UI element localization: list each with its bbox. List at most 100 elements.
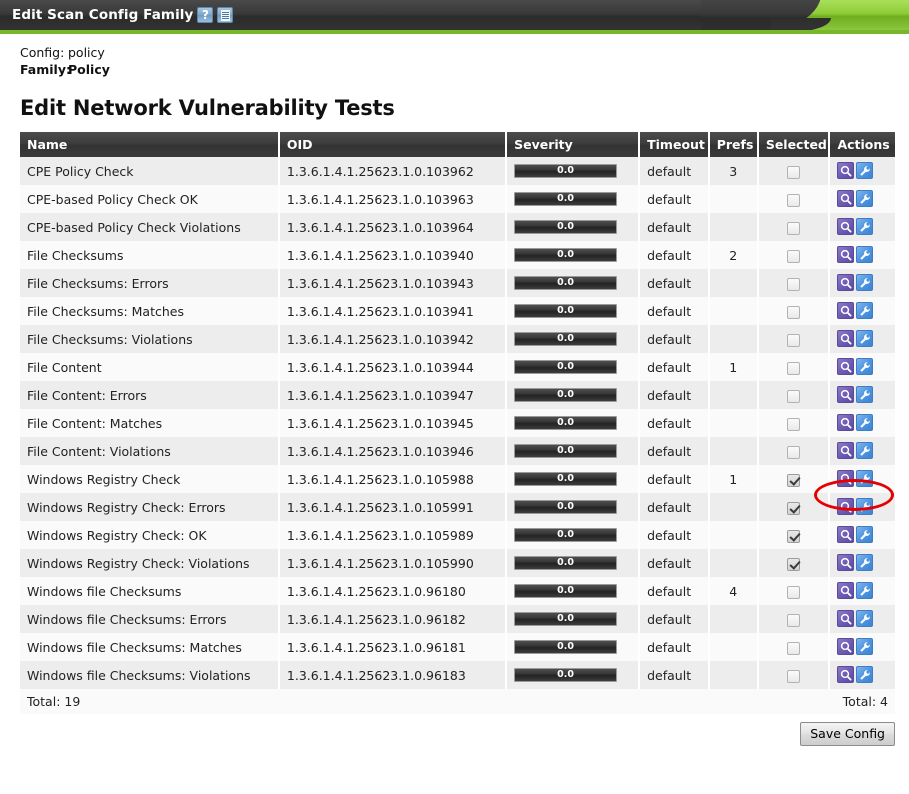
severity-bar: 0.0 <box>514 668 618 682</box>
column-header-oid[interactable]: OID <box>278 132 508 157</box>
magnifier-icon[interactable] <box>837 414 855 432</box>
magnifier-icon[interactable] <box>837 330 855 348</box>
magnifier-icon[interactable] <box>837 638 855 656</box>
wrench-icon[interactable] <box>856 414 874 432</box>
cell-actions <box>829 437 895 465</box>
magnifier-icon[interactable] <box>837 610 855 628</box>
magnifier-icon[interactable] <box>837 582 855 600</box>
magnifier-icon[interactable] <box>837 498 855 516</box>
magnifier-icon[interactable] <box>837 246 855 264</box>
cell-oid: 1.3.6.1.4.1.25623.1.0.103963 <box>278 185 508 213</box>
wrench-icon[interactable] <box>856 470 874 488</box>
wrench-icon[interactable] <box>856 610 874 628</box>
magnifier-icon[interactable] <box>837 302 855 320</box>
wrench-icon[interactable] <box>856 190 874 208</box>
selected-checkbox[interactable] <box>787 445 801 459</box>
cell-selected <box>757 577 831 605</box>
wrench-icon[interactable] <box>856 442 874 460</box>
wrench-icon[interactable] <box>856 554 874 572</box>
wrench-icon[interactable] <box>856 330 874 348</box>
cell-name: CPE Policy Check <box>20 157 280 185</box>
severity-bar: 0.0 <box>514 500 618 514</box>
cell-prefs <box>708 297 759 325</box>
wrench-icon[interactable] <box>856 582 874 600</box>
selected-checkbox[interactable] <box>787 249 801 263</box>
selected-checkbox[interactable] <box>787 193 801 207</box>
magnifier-icon[interactable] <box>837 666 855 684</box>
wrench-icon[interactable] <box>856 218 874 236</box>
magnifier-icon[interactable] <box>837 358 855 376</box>
wrench-icon[interactable] <box>856 638 874 656</box>
selected-checkbox[interactable] <box>787 501 801 515</box>
selected-checkbox[interactable] <box>787 165 801 179</box>
cell-name: File Checksums: Errors <box>20 269 280 297</box>
cell-timeout: default <box>639 661 710 689</box>
wrench-icon[interactable] <box>856 274 874 292</box>
selected-checkbox[interactable] <box>787 529 801 543</box>
cell-timeout: default <box>639 633 710 661</box>
cell-timeout: default <box>639 493 710 521</box>
selected-checkbox[interactable] <box>787 473 801 487</box>
selected-checkbox[interactable] <box>787 361 801 375</box>
magnifier-icon[interactable] <box>837 218 855 236</box>
wrench-icon[interactable] <box>856 386 874 404</box>
magnifier-icon[interactable] <box>837 526 855 544</box>
selected-checkbox[interactable] <box>787 613 801 627</box>
selected-checkbox[interactable] <box>787 333 801 347</box>
cell-oid: 1.3.6.1.4.1.25623.1.0.105990 <box>278 549 508 577</box>
wrench-icon[interactable] <box>856 526 874 544</box>
column-header-selected[interactable]: Selected <box>757 132 831 157</box>
help-icon[interactable]: ? <box>197 7 214 23</box>
severity-value: 0.0 <box>557 193 575 205</box>
wrench-icon[interactable] <box>856 666 874 684</box>
cell-selected <box>757 297 831 325</box>
selected-checkbox[interactable] <box>787 305 801 319</box>
selected-checkbox[interactable] <box>787 417 801 431</box>
selected-checkbox[interactable] <box>787 641 801 655</box>
cell-actions <box>829 185 895 213</box>
column-header-name[interactable]: Name <box>20 132 280 157</box>
cell-selected <box>757 661 831 689</box>
magnifier-icon[interactable] <box>837 162 855 180</box>
cell-severity: 0.0 <box>506 157 641 185</box>
magnifier-icon[interactable] <box>837 442 855 460</box>
cell-timeout: default <box>639 157 710 185</box>
selected-checkbox[interactable] <box>787 389 801 403</box>
severity-bar: 0.0 <box>514 444 618 458</box>
magnifier-icon[interactable] <box>837 554 855 572</box>
column-header-prefs[interactable]: Prefs <box>708 132 759 157</box>
wrench-icon[interactable] <box>856 498 874 516</box>
column-header-severity[interactable]: Severity <box>506 132 641 157</box>
magnifier-icon[interactable] <box>837 386 855 404</box>
wrench-icon[interactable] <box>856 246 874 264</box>
cell-oid: 1.3.6.1.4.1.25623.1.0.96181 <box>278 633 508 661</box>
severity-bar: 0.0 <box>514 332 618 346</box>
cell-prefs: 4 <box>708 577 759 605</box>
cell-actions <box>829 661 895 689</box>
column-header-timeout[interactable]: Timeout <box>639 132 710 157</box>
main-content: Config: policy Family:Policy Edit Network… <box>0 34 909 746</box>
config-line: Config: policy <box>20 44 893 61</box>
table-row: Windows Registry Check 1.3.6.1.4.1.25623.… <box>20 465 895 493</box>
save-config-button[interactable]: Save Config <box>800 722 895 746</box>
table-row: Windows file Checksums: Errors 1.3.6.1.4.… <box>20 605 895 633</box>
cell-prefs <box>708 437 759 465</box>
cell-actions <box>829 409 895 437</box>
selected-checkbox[interactable] <box>787 557 801 571</box>
selected-checkbox[interactable] <box>787 221 801 235</box>
wrench-icon[interactable] <box>856 162 874 180</box>
list-view-icon[interactable] <box>217 7 234 23</box>
cell-name: File Content <box>20 353 280 381</box>
selected-checkbox[interactable] <box>787 277 801 291</box>
selected-checkbox[interactable] <box>787 585 801 599</box>
cell-oid: 1.3.6.1.4.1.25623.1.0.103947 <box>278 381 508 409</box>
magnifier-icon[interactable] <box>837 190 855 208</box>
magnifier-icon[interactable] <box>837 470 855 488</box>
wrench-icon[interactable] <box>856 302 874 320</box>
cell-actions <box>829 549 895 577</box>
selected-checkbox[interactable] <box>787 669 801 683</box>
magnifier-icon[interactable] <box>837 274 855 292</box>
cell-name: Windows Registry Check: Violations <box>20 549 280 577</box>
cell-name: File Content: Matches <box>20 409 280 437</box>
wrench-icon[interactable] <box>856 358 874 376</box>
